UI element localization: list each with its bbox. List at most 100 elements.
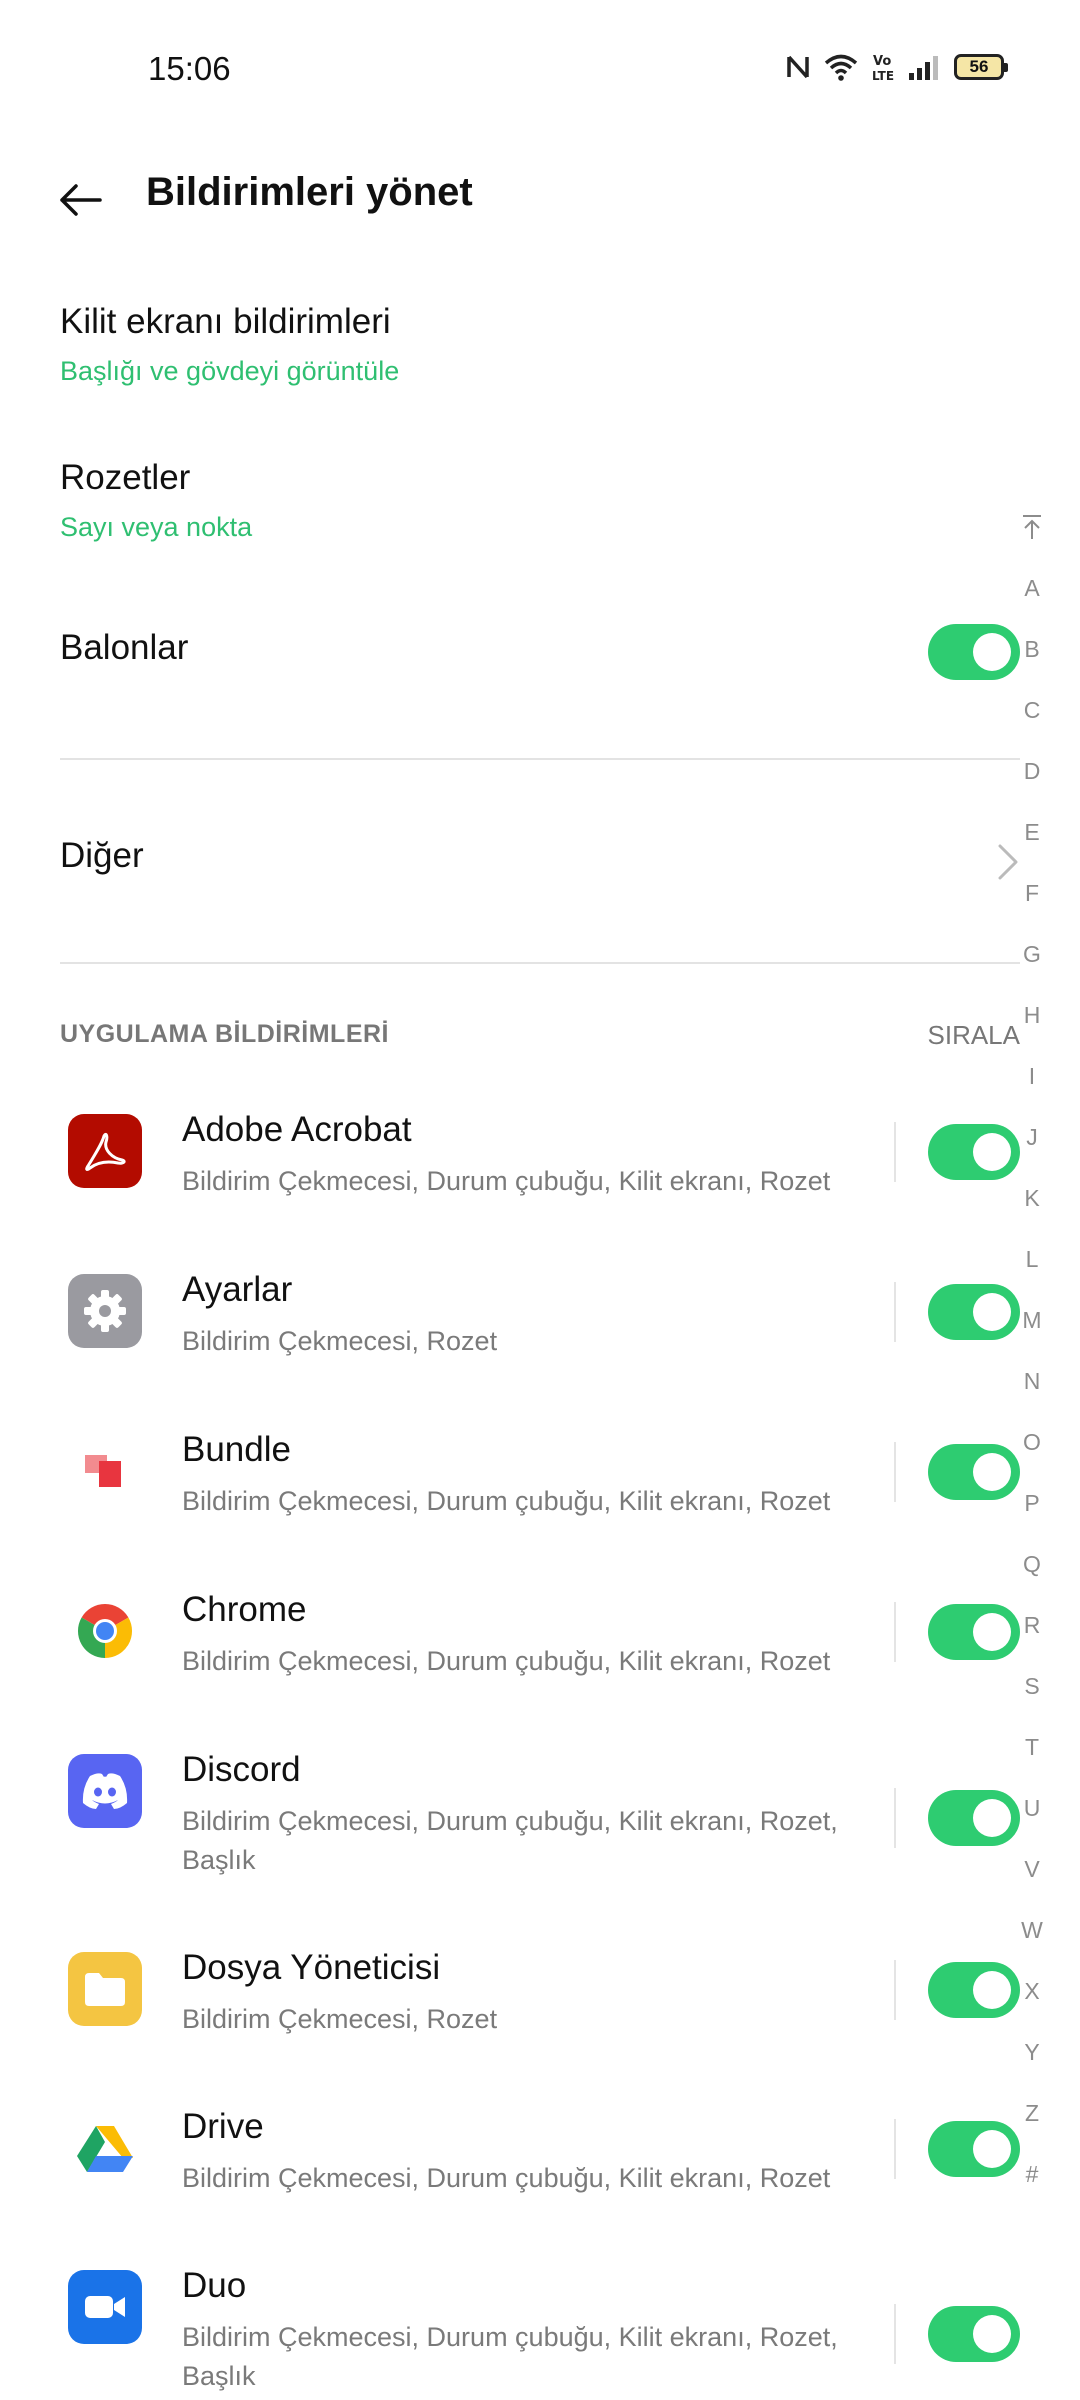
- alphabet-index-letter[interactable]: Y: [1021, 2022, 1043, 2083]
- app-toggle-duo[interactable]: [928, 2306, 1020, 2362]
- app-name: Chrome: [182, 1590, 307, 1629]
- app-description: Bildirim Çekmecesi, Durum çubuğu, Kilit …: [182, 1806, 838, 1875]
- app-toggle-drive[interactable]: [928, 2121, 1020, 2177]
- signal-icon: [908, 54, 940, 80]
- lock-screen-notifications-row[interactable]: Kilit ekranı bildirimleri Başlığı ve göv…: [60, 302, 1020, 387]
- folder-icon: [68, 1952, 142, 2026]
- alphabet-index-letter[interactable]: S: [1021, 1656, 1043, 1717]
- separator: [894, 2119, 896, 2179]
- app-toggle-dosya-yoneticisi[interactable]: [928, 1962, 1020, 2018]
- app-name: Dosya Yöneticisi: [182, 1948, 441, 1987]
- bundle-icon: [68, 1434, 142, 1508]
- separator: [894, 1602, 896, 1662]
- badges-title: Rozetler: [60, 458, 191, 497]
- divider: [60, 758, 1020, 760]
- alphabet-index-letter[interactable]: B: [1021, 619, 1043, 680]
- app-description: Bildirim Çekmecesi, Rozet: [182, 2004, 498, 2034]
- app-row-discord[interactable]: Discord Bildirim Çekmecesi, Durum çubuğu…: [0, 1750, 1020, 1890]
- alphabet-index-letter[interactable]: X: [1021, 1961, 1043, 2022]
- discord-icon: [68, 1754, 142, 1828]
- app-name: Ayarlar: [182, 1270, 293, 1309]
- app-description: Bildirim Çekmecesi, Rozet: [182, 1326, 498, 1356]
- app-name: Adobe Acrobat: [182, 1110, 412, 1149]
- separator: [894, 1960, 896, 2020]
- svg-text:LTE: LTE: [872, 69, 894, 82]
- badges-value: Sayı veya nokta: [60, 512, 253, 542]
- app-toggle-ayarlar[interactable]: [928, 1284, 1020, 1340]
- app-toggle-bundle[interactable]: [928, 1444, 1020, 1500]
- alphabet-index-letter[interactable]: T: [1021, 1717, 1043, 1778]
- back-button[interactable]: [40, 160, 120, 240]
- page-title: Bildirimleri yönet: [146, 170, 473, 214]
- app-row-chrome[interactable]: Chrome Bildirim Çekmecesi, Durum çubuğu,…: [0, 1590, 1020, 1700]
- status-bar: 15:06 Vo LTE 56: [0, 0, 1080, 140]
- other-row[interactable]: Diğer: [60, 824, 1020, 884]
- alphabet-index-letter[interactable]: Z: [1021, 2083, 1043, 2144]
- alphabet-index-letter[interactable]: I: [1021, 1046, 1043, 1107]
- alphabet-index-letter[interactable]: V: [1021, 1839, 1043, 1900]
- alphabet-index-letter[interactable]: K: [1021, 1168, 1043, 1229]
- app-toggle-adobe-acrobat[interactable]: [928, 1124, 1020, 1180]
- alphabet-index-letter[interactable]: F: [1021, 863, 1043, 924]
- app-description: Bildirim Çekmecesi, Durum çubuğu, Kilit …: [182, 1166, 831, 1196]
- alphabet-index[interactable]: A B C D E F G H I J K L M N O P Q R S T U V W X Y Z #: [1012, 496, 1052, 2205]
- alphabet-index-letter[interactable]: R: [1021, 1595, 1043, 1656]
- alphabet-index-letter[interactable]: P: [1021, 1473, 1043, 1534]
- alphabet-index-letter[interactable]: H: [1021, 985, 1043, 1046]
- badges-row[interactable]: Rozetler Sayı veya nokta: [60, 458, 1020, 543]
- battery-icon: 56: [954, 54, 1008, 80]
- alphabet-index-letter[interactable]: O: [1021, 1412, 1043, 1473]
- status-time: 15:06: [148, 50, 231, 87]
- app-toggle-chrome[interactable]: [928, 1604, 1020, 1660]
- app-row-dosya-yoneticisi[interactable]: Dosya Yöneticisi Bildirim Çekmecesi, Roz…: [0, 1948, 1020, 2058]
- app-row-duo[interactable]: Duo Bildirim Çekmecesi, Durum çubuğu, Ki…: [0, 2266, 1020, 2400]
- google-drive-icon: [68, 2111, 142, 2185]
- section-header-app-notifications: UYGULAMA BİLDİRİMLERİ: [60, 1020, 389, 1048]
- app-name: Duo: [182, 2266, 247, 2305]
- app-name: Bundle: [182, 1430, 291, 1469]
- alphabet-index-letter[interactable]: J: [1021, 1107, 1043, 1168]
- app-row-adobe-acrobat[interactable]: Adobe Acrobat Bildirim Çekmecesi, Durum …: [0, 1110, 1020, 1220]
- separator: [894, 1442, 896, 1502]
- alphabet-index-letter[interactable]: G: [1021, 924, 1043, 985]
- sort-button[interactable]: SIRALA: [928, 1020, 1021, 1051]
- separator: [894, 1122, 896, 1182]
- alphabet-index-letter[interactable]: U: [1021, 1778, 1043, 1839]
- bubbles-row[interactable]: Balonlar: [60, 624, 1020, 684]
- app-row-bundle[interactable]: Bundle Bildirim Çekmecesi, Durum çubuğu,…: [0, 1430, 1020, 1540]
- battery-level: 56: [969, 57, 989, 76]
- alphabet-index-letter[interactable]: #: [1021, 2144, 1043, 2205]
- chrome-icon: [68, 1594, 142, 1668]
- app-row-ayarlar[interactable]: Ayarlar Bildirim Çekmecesi, Rozet: [0, 1270, 1020, 1380]
- scroll-to-top-icon[interactable]: [1021, 496, 1043, 558]
- app-toggle-discord[interactable]: [928, 1790, 1020, 1846]
- back-arrow-icon: [60, 184, 102, 216]
- alphabet-index-letter[interactable]: N: [1021, 1351, 1043, 1412]
- nfc-icon: [786, 53, 810, 81]
- alphabet-index-letter[interactable]: E: [1021, 802, 1043, 863]
- alphabet-index-letter[interactable]: M: [1021, 1290, 1043, 1351]
- alphabet-letters: A B C D E F G H I J K L M N O P Q R S T U V W X Y Z #: [1021, 558, 1043, 2205]
- app-description: Bildirim Çekmecesi, Durum çubuğu, Kilit …: [182, 2163, 831, 2193]
- settings-gear-icon: [68, 1274, 142, 1348]
- app-name: Drive: [182, 2107, 264, 2146]
- alphabet-index-letter[interactable]: L: [1021, 1229, 1043, 1290]
- adobe-acrobat-icon: [68, 1114, 142, 1188]
- app-description: Bildirim Çekmecesi, Durum çubuğu, Kilit …: [182, 2322, 838, 2391]
- app-description: Bildirim Çekmecesi, Durum çubuğu, Kilit …: [182, 1646, 831, 1676]
- duo-video-icon: [68, 2270, 142, 2344]
- app-name: Discord: [182, 1750, 301, 1789]
- other-title: Diğer: [60, 836, 144, 875]
- separator: [894, 2304, 896, 2364]
- alphabet-index-letter[interactable]: Q: [1021, 1534, 1043, 1595]
- lock-screen-title: Kilit ekranı bildirimleri: [60, 302, 391, 341]
- app-row-drive[interactable]: Drive Bildirim Çekmecesi, Durum çubuğu, …: [0, 2107, 1020, 2217]
- alphabet-index-letter[interactable]: C: [1021, 680, 1043, 741]
- alphabet-index-letter[interactable]: D: [1021, 741, 1043, 802]
- status-icons: Vo LTE 56: [786, 52, 1008, 82]
- alphabet-index-letter[interactable]: A: [1021, 558, 1043, 619]
- bubbles-toggle[interactable]: [928, 624, 1020, 680]
- alphabet-index-letter[interactable]: W: [1021, 1900, 1043, 1961]
- lock-screen-value: Başlığı ve gövdeyi görüntüle: [60, 356, 400, 386]
- bubbles-title: Balonlar: [60, 628, 189, 667]
